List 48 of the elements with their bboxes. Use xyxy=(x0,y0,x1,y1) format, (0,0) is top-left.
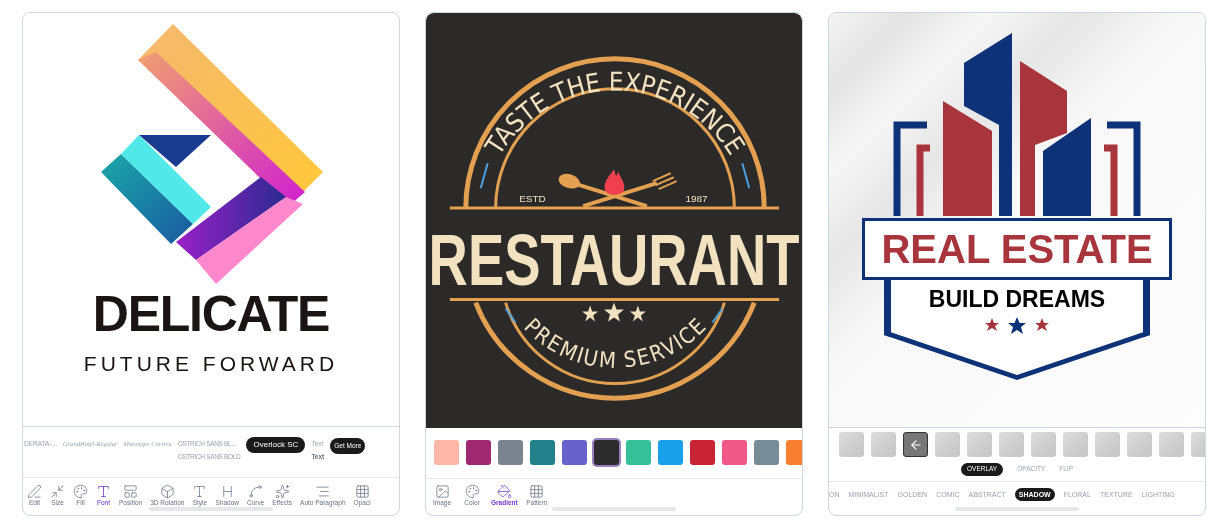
tab-icon xyxy=(434,484,450,499)
tool-icon xyxy=(96,484,111,499)
tool-icon xyxy=(248,484,264,499)
font-option[interactable]: Overlock SC xyxy=(246,437,306,453)
gradient-swatch[interactable] xyxy=(498,440,523,465)
tool-icon xyxy=(274,484,290,499)
gradient-swatch[interactable] xyxy=(562,440,587,465)
tab-icon xyxy=(496,484,512,499)
tool-icon xyxy=(73,484,88,499)
texture-thumbnail[interactable] xyxy=(1095,432,1120,457)
gradient-swatch[interactable] xyxy=(594,440,619,465)
gradient-swatch[interactable] xyxy=(690,440,715,465)
texture-thumbnail[interactable] xyxy=(1159,432,1184,457)
texture-thumbnail[interactable] xyxy=(839,432,864,457)
tool-icon xyxy=(27,484,42,499)
tool-icon xyxy=(315,484,331,499)
tab-icon xyxy=(529,484,545,499)
texture-thumbnail[interactable] xyxy=(967,432,992,457)
established-label: ESTD xyxy=(519,193,546,205)
tool-icon xyxy=(50,484,65,499)
texture-thumbnail[interactable] xyxy=(871,432,896,457)
texture-thumbnail[interactable] xyxy=(1127,432,1152,457)
gradient-swatch[interactable] xyxy=(466,440,491,465)
logo-title: RESTAURANT xyxy=(428,219,800,300)
tool-icon xyxy=(354,484,370,499)
gradient-swatch[interactable] xyxy=(754,440,779,465)
texture-thumbnail[interactable] xyxy=(999,432,1024,457)
gradient-swatch[interactable] xyxy=(530,440,555,465)
flame-icon xyxy=(604,169,625,195)
logo-tagline: BUILD DREAMS xyxy=(928,288,1106,311)
logo-tagline: FUTURE FORWARD xyxy=(83,353,339,374)
tool-icon xyxy=(192,484,208,499)
year-label: 1987 xyxy=(685,193,708,205)
tool-icon xyxy=(159,484,175,499)
logo-title: DELICATE xyxy=(92,289,330,339)
gradient-swatch[interactable] xyxy=(434,440,459,465)
texture-thumbnail[interactable] xyxy=(903,432,928,457)
logo-title: REAL ESTATE xyxy=(862,218,1172,280)
tab-icon xyxy=(464,484,480,499)
gradient-swatch[interactable] xyxy=(626,440,651,465)
texture-thumbnail[interactable] xyxy=(935,432,960,457)
spoon-fork-icon xyxy=(558,172,678,208)
tool-icon xyxy=(123,484,139,499)
texture-thumbnail[interactable] xyxy=(1063,432,1088,457)
arrow-icon xyxy=(908,437,923,452)
texture-thumbnail[interactable] xyxy=(1031,432,1056,457)
gradient-swatch[interactable] xyxy=(658,440,683,465)
gradient-swatch[interactable] xyxy=(722,440,747,465)
